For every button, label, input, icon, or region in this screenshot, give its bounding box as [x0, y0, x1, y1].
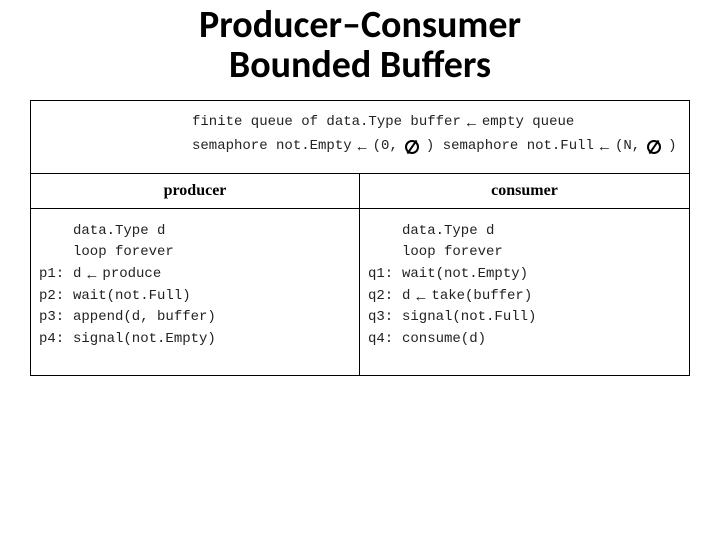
q1-line: q1: wait(not.Empty) — [368, 264, 681, 286]
buffer-decl-pre: finite queue of data.Type buffer — [192, 111, 461, 135]
q3-line: q3: signal(not.Full) — [368, 307, 681, 329]
assign-arrow-icon: ← — [467, 116, 476, 131]
p3-label: p3: — [39, 307, 73, 329]
shared-declarations: finite queue of data.Type buffer ← empty… — [31, 101, 689, 174]
q4-body: consume(d) — [402, 329, 486, 351]
q1-body: wait(not.Empty) — [402, 264, 528, 286]
p3-line: p3: append(d, buffer) — [39, 307, 351, 329]
q2-post: take(buffer) — [431, 286, 532, 308]
producer-column: producer data.Type d loop forever p1: d … — [31, 174, 360, 375]
sem-notempty-open: (0, — [373, 135, 398, 159]
buffer-decl-post: empty queue — [482, 111, 574, 135]
q4-label: q4: — [368, 329, 402, 351]
producer-code: data.Type d loop forever p1: d ← produce… — [31, 209, 359, 375]
title-line-2: Bounded Buffers — [0, 46, 720, 86]
assign-arrow-icon: ← — [358, 140, 367, 155]
assign-arrow-icon: ← — [87, 268, 96, 283]
q3-label: q3: — [368, 307, 402, 329]
p1-body: d ← produce — [73, 264, 161, 286]
consumer-decl: data.Type d — [368, 221, 681, 243]
producer-loop: loop forever — [39, 242, 351, 264]
sem-notfull-decl: semaphore not.Full ← (N, ) — [443, 135, 677, 159]
sem-notfull-close: ) — [668, 135, 676, 159]
assign-arrow-icon: ← — [416, 290, 425, 305]
p1-line: p1: d ← produce — [39, 264, 351, 286]
p2-line: p2: wait(not.Full) — [39, 286, 351, 308]
slide-title: Producer–Consumer Bounded Buffers — [0, 0, 720, 86]
q4-line: q4: consume(d) — [368, 329, 681, 351]
q2-pre: d — [402, 286, 410, 308]
p4-line: p4: signal(not.Empty) — [39, 329, 351, 351]
q2-body: d ← take(buffer) — [402, 286, 532, 308]
slide: Producer–Consumer Bounded Buffers finite… — [0, 0, 720, 540]
sem-notfull-open: (N, — [615, 135, 640, 159]
sem-notempty-decl: semaphore not.Empty ← (0, ) — [192, 135, 434, 159]
p2-label: p2: — [39, 286, 73, 308]
p4-label: p4: — [39, 329, 73, 351]
q1-label: q1: — [368, 264, 402, 286]
sem-notempty-pre: semaphore not.Empty — [192, 135, 352, 159]
p1-pre: d — [73, 264, 81, 286]
p3-body: append(d, buffer) — [73, 307, 216, 329]
consumer-loop: loop forever — [368, 242, 681, 264]
q2-label: q2: — [368, 286, 402, 308]
buffer-decl: finite queue of data.Type buffer ← empty… — [192, 111, 574, 135]
q3-body: signal(not.Full) — [402, 307, 536, 329]
sem-notempty-close: ) — [426, 135, 434, 159]
assign-arrow-icon: ← — [600, 140, 609, 155]
p2-body: wait(not.Full) — [73, 286, 191, 308]
consumer-header: consumer — [360, 174, 689, 209]
shared-code: finite queue of data.Type buffer ← empty… — [192, 111, 683, 159]
algorithm-table: finite queue of data.Type buffer ← empty… — [30, 100, 690, 376]
title-line-1: Producer–Consumer — [0, 6, 720, 46]
q2-line: q2: d ← take(buffer) — [368, 286, 681, 308]
producer-header: producer — [31, 174, 359, 209]
empty-set-icon — [647, 140, 661, 154]
p1-label: p1: — [39, 264, 73, 286]
columns: producer data.Type d loop forever p1: d … — [31, 174, 689, 375]
consumer-column: consumer data.Type d loop forever q1: wa… — [360, 174, 689, 375]
p1-post: produce — [102, 264, 161, 286]
sem-notfull-pre: semaphore not.Full — [443, 135, 594, 159]
p4-body: signal(not.Empty) — [73, 329, 216, 351]
empty-set-icon — [405, 140, 419, 154]
producer-decl: data.Type d — [39, 221, 351, 243]
consumer-code: data.Type d loop forever q1: wait(not.Em… — [360, 209, 689, 375]
